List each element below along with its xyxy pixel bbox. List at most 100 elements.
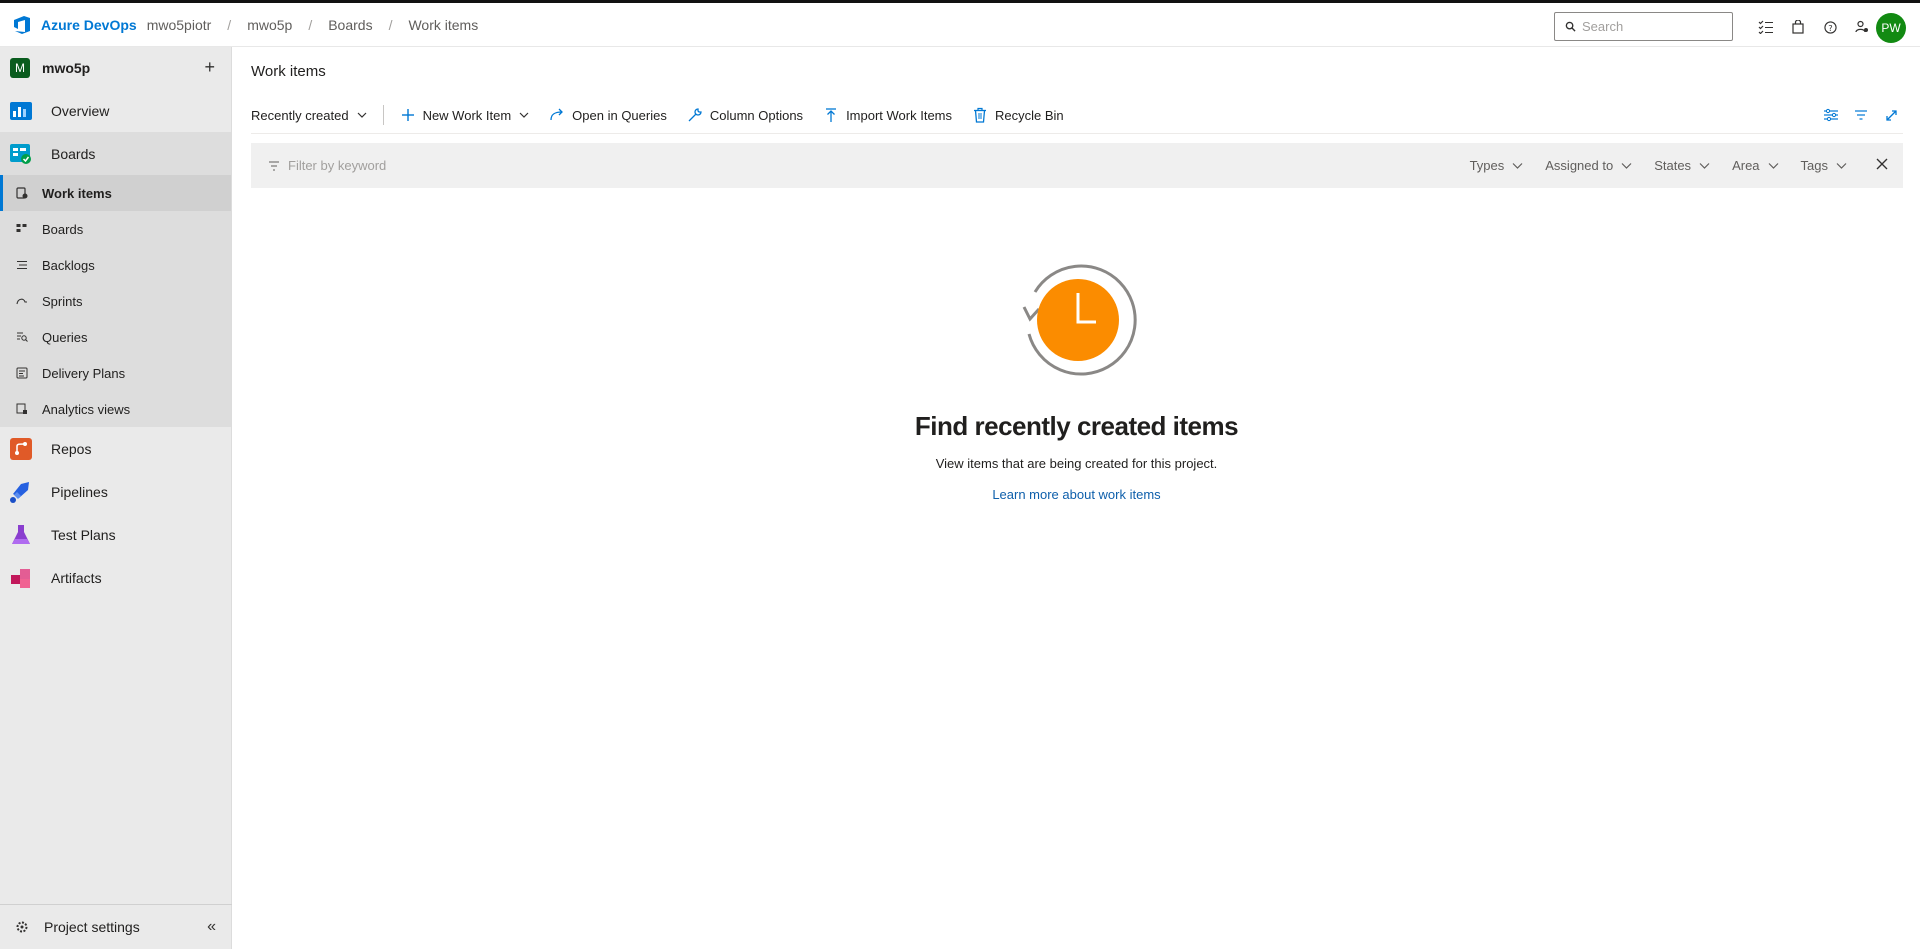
project-name: mwo5p [42, 60, 91, 76]
avatar[interactable]: PW [1876, 13, 1906, 43]
sidebar-item-repos[interactable]: Repos [0, 427, 231, 470]
sidebar-item-pipelines[interactable]: Pipelines [0, 470, 231, 513]
filter-types-label: Types [1469, 158, 1505, 173]
sidebar-item-label: Artifacts [51, 569, 102, 586]
recycle-bin-label: Recycle Bin [995, 107, 1064, 123]
redo-arrow-icon [550, 108, 564, 121]
chevron-down-icon [1621, 162, 1632, 169]
project-header[interactable]: M mwo5p + [0, 47, 231, 89]
sidebar-item-artifacts[interactable]: Artifacts [0, 556, 231, 599]
sidebar-item-kanban-boards[interactable]: Boards [0, 211, 231, 247]
sidebar: M mwo5p + Overview Boards Work items Boa… [0, 47, 232, 949]
sidebar-item-label: Work items [42, 185, 112, 201]
view-selector-dropdown[interactable]: Recently created [251, 100, 367, 130]
gear-icon [16, 921, 28, 933]
toolbar-divider [382, 105, 384, 125]
toolbar: Recently created New Work Item Open in Q… [251, 100, 1084, 130]
work-items-icon [16, 187, 28, 199]
chevron-down-icon [1699, 162, 1710, 169]
add-icon[interactable]: + [204, 57, 215, 78]
search-box[interactable] [1554, 12, 1733, 41]
view-options-icon[interactable] [1816, 101, 1846, 129]
user-settings-icon[interactable] [1846, 13, 1878, 41]
svg-text:?: ? [1828, 22, 1832, 32]
empty-state-description: View items that are being created for th… [935, 456, 1218, 471]
breadcrumb-separator: / [308, 16, 313, 33]
query-icon [17, 332, 28, 342]
brand[interactable]: Azure DevOps [12, 15, 137, 35]
main-content: Work items Recently created New Work Ite… [233, 47, 1920, 949]
fullscreen-icon[interactable] [1876, 101, 1906, 129]
recycle-bin-button[interactable]: Recycle Bin [972, 100, 1064, 130]
breadcrumb-boards[interactable]: Boards [328, 17, 372, 33]
filter-area-dropdown[interactable]: Area [1732, 158, 1778, 173]
project-settings[interactable]: Project settings « [0, 904, 232, 949]
filter-bar: Types Assigned to States Area Tags [251, 143, 1903, 188]
sidebar-item-label: Boards [42, 221, 84, 237]
sidebar-item-label: Sprints [42, 293, 83, 309]
task-list-icon[interactable] [1750, 13, 1782, 41]
new-work-item-button[interactable]: New Work Item [400, 100, 530, 130]
sidebar-item-label: Backlogs [42, 257, 95, 273]
sidebar-item-label: Analytics views [42, 401, 131, 417]
kanban-icon [16, 224, 27, 232]
import-work-items-label: Import Work Items [846, 107, 953, 123]
search-input[interactable] [1582, 19, 1722, 34]
chevron-down-icon [519, 112, 529, 118]
learn-more-link[interactable]: Learn more about work items [233, 487, 1920, 502]
chevron-down-icon [1512, 162, 1523, 169]
wrench-icon [688, 108, 702, 122]
chevron-down-icon [1836, 162, 1847, 169]
sidebar-item-test-plans[interactable]: Test Plans [0, 513, 231, 556]
sidebar-item-work-items[interactable]: Work items [0, 175, 231, 211]
breadcrumb-organization[interactable]: mwo5piotr [147, 17, 212, 33]
sidebar-item-queries[interactable]: Queries [0, 319, 231, 355]
empty-state-title: Find recently created items [914, 411, 1239, 441]
delivery-plans-icon [16, 367, 28, 379]
chevron-down-icon [1768, 162, 1778, 169]
breadcrumb-separator: / [388, 16, 393, 33]
sidebar-item-label: Delivery Plans [42, 365, 126, 381]
project-settings-label: Project settings [44, 919, 140, 935]
breadcrumb-project[interactable]: mwo5p [247, 17, 292, 33]
backlog-icon [17, 261, 27, 269]
column-options-button[interactable]: Column Options [687, 100, 803, 130]
upload-icon [826, 108, 837, 122]
sidebar-item-boards[interactable]: Boards [0, 132, 231, 175]
import-work-items-button[interactable]: Import Work Items [823, 100, 952, 130]
filter-tags-dropdown[interactable]: Tags [1801, 158, 1847, 173]
close-icon[interactable] [1875, 157, 1889, 171]
sidebar-item-overview[interactable]: Overview [0, 89, 231, 132]
sidebar-item-analytics-views[interactable]: Analytics views [0, 391, 231, 427]
filter-tags-label: Tags [1800, 158, 1828, 173]
filter-icon [269, 161, 279, 170]
sidebar-item-label: Queries [42, 329, 88, 345]
top-header: Azure DevOps mwo5piotr / mwo5p / Boards … [0, 0, 1920, 47]
keyword-filter-input[interactable] [288, 158, 588, 173]
pipelines-icon [10, 481, 29, 503]
sidebar-item-label: Boards [51, 145, 96, 162]
analytics-icon [16, 403, 27, 414]
sprint-icon [16, 298, 27, 305]
open-in-queries-label: Open in Queries [572, 107, 667, 123]
help-icon[interactable]: ? [1814, 13, 1846, 41]
open-in-queries-button[interactable]: Open in Queries [549, 100, 667, 130]
recent-clock-icon [1022, 264, 1137, 376]
sidebar-item-label: Repos [51, 440, 92, 457]
filter-assigned-to-label: Assigned to [1545, 158, 1614, 173]
repos-icon [10, 437, 32, 460]
breadcrumb-work-items[interactable]: Work items [408, 17, 478, 33]
shopping-bag-icon[interactable] [1782, 13, 1814, 41]
sidebar-item-backlogs[interactable]: Backlogs [0, 247, 231, 283]
filter-assigned-to-dropdown[interactable]: Assigned to [1545, 158, 1632, 173]
overview-icon [10, 101, 32, 120]
sidebar-item-sprints[interactable]: Sprints [0, 283, 231, 319]
filter-types-dropdown[interactable]: Types [1470, 158, 1524, 173]
filter-dropdowns: Types Assigned to States Area Tags [1448, 143, 1847, 188]
view-selector-label: Recently created [251, 107, 349, 123]
filter-icon[interactable] [1846, 101, 1876, 129]
filter-states-dropdown[interactable]: States [1654, 158, 1710, 173]
breadcrumb: mwo5piotr / mwo5p / Boards / Work items [147, 17, 479, 33]
collapse-sidebar-icon[interactable]: « [207, 918, 216, 936]
sidebar-item-delivery-plans[interactable]: Delivery Plans [0, 355, 231, 391]
